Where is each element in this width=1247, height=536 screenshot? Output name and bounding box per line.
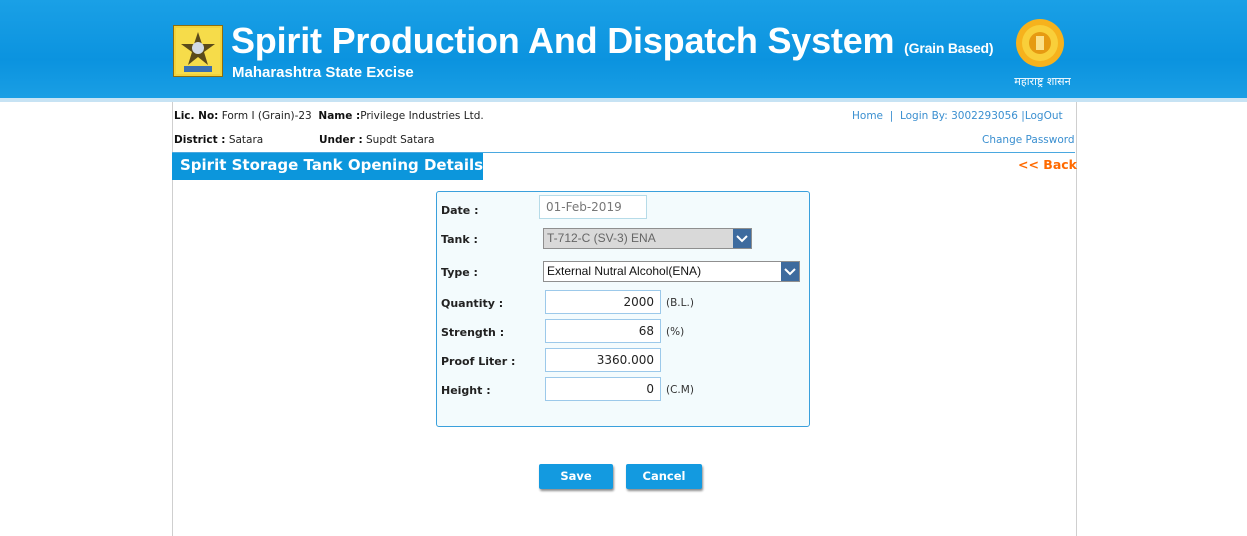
district-value: Satara	[228, 134, 264, 146]
seal-caption: महाराष्ट्र शासन	[1014, 75, 1071, 88]
district-info: District : Satara	[174, 134, 263, 146]
chevron-down-icon	[733, 229, 751, 248]
name-value: Privilege Industries Ltd.	[360, 110, 484, 122]
tank-select-value: T-712-C (SV-3) ENA	[547, 231, 656, 245]
app-title-main: Spirit Production And Dispatch System	[231, 20, 895, 61]
proof-liter-input[interactable]: 3360.000	[545, 348, 661, 372]
date-label: Date :	[441, 204, 479, 217]
under-info: Under : Supdt Satara	[319, 134, 435, 146]
type-select[interactable]: External Nutral Alcohol(ENA)	[543, 261, 800, 282]
strength-label: Strength :	[441, 326, 505, 339]
license-info: Lic. No: Form I (Grain)-23 Name :Privile…	[174, 110, 484, 122]
name-label: Name :	[318, 110, 361, 122]
strength-input[interactable]: 68	[545, 319, 661, 343]
maharashtra-seal-icon	[1015, 18, 1065, 68]
height-input[interactable]: 0	[545, 377, 661, 401]
quantity-unit: (B.L.)	[666, 297, 694, 309]
height-label: Height :	[441, 384, 491, 397]
type-select-value: External Nutral Alcohol(ENA)	[547, 264, 702, 278]
lic-value: Form I (Grain)-23	[221, 110, 312, 122]
chevron-down-icon	[781, 262, 799, 281]
section-title: Spirit Storage Tank Opening Details	[172, 153, 483, 180]
quantity-label: Quantity :	[441, 297, 504, 310]
logout-link[interactable]: LogOut	[1025, 110, 1063, 122]
type-label: Type :	[441, 266, 478, 279]
district-label: District :	[174, 134, 226, 146]
tank-label: Tank :	[441, 233, 478, 246]
cancel-button[interactable]: Cancel	[626, 464, 702, 489]
under-value: Supdt Satara	[366, 134, 435, 146]
app-title: Spirit Production And Dispatch System (G…	[231, 20, 994, 62]
login-by-text: Login By: 3002293056	[899, 110, 1018, 122]
date-field[interactable]: 01-Feb-2019	[539, 195, 647, 219]
lic-label: Lic. No:	[174, 110, 219, 122]
home-link[interactable]: Home	[852, 110, 883, 122]
height-unit: (C.M)	[666, 384, 694, 396]
strength-unit: (%)	[666, 326, 685, 338]
quantity-input[interactable]: 2000	[545, 290, 661, 314]
excise-logo-icon	[173, 25, 223, 77]
back-link[interactable]: << Back	[1018, 157, 1077, 172]
app-subtitle: Maharashtra State Excise	[232, 64, 414, 81]
excise-emblem-icon	[176, 28, 220, 74]
save-button[interactable]: Save	[539, 464, 613, 489]
app-title-suffix: (Grain Based)	[904, 40, 994, 56]
top-nav: Home | Login By: 3002293056 |LogOut	[852, 110, 1063, 122]
proof-liter-label: Proof Liter :	[441, 355, 516, 368]
nav-separator: |	[889, 110, 894, 122]
tank-select[interactable]: T-712-C (SV-3) ENA	[543, 228, 752, 249]
under-label: Under :	[319, 134, 363, 146]
change-password-link[interactable]: Change Password	[982, 134, 1075, 146]
